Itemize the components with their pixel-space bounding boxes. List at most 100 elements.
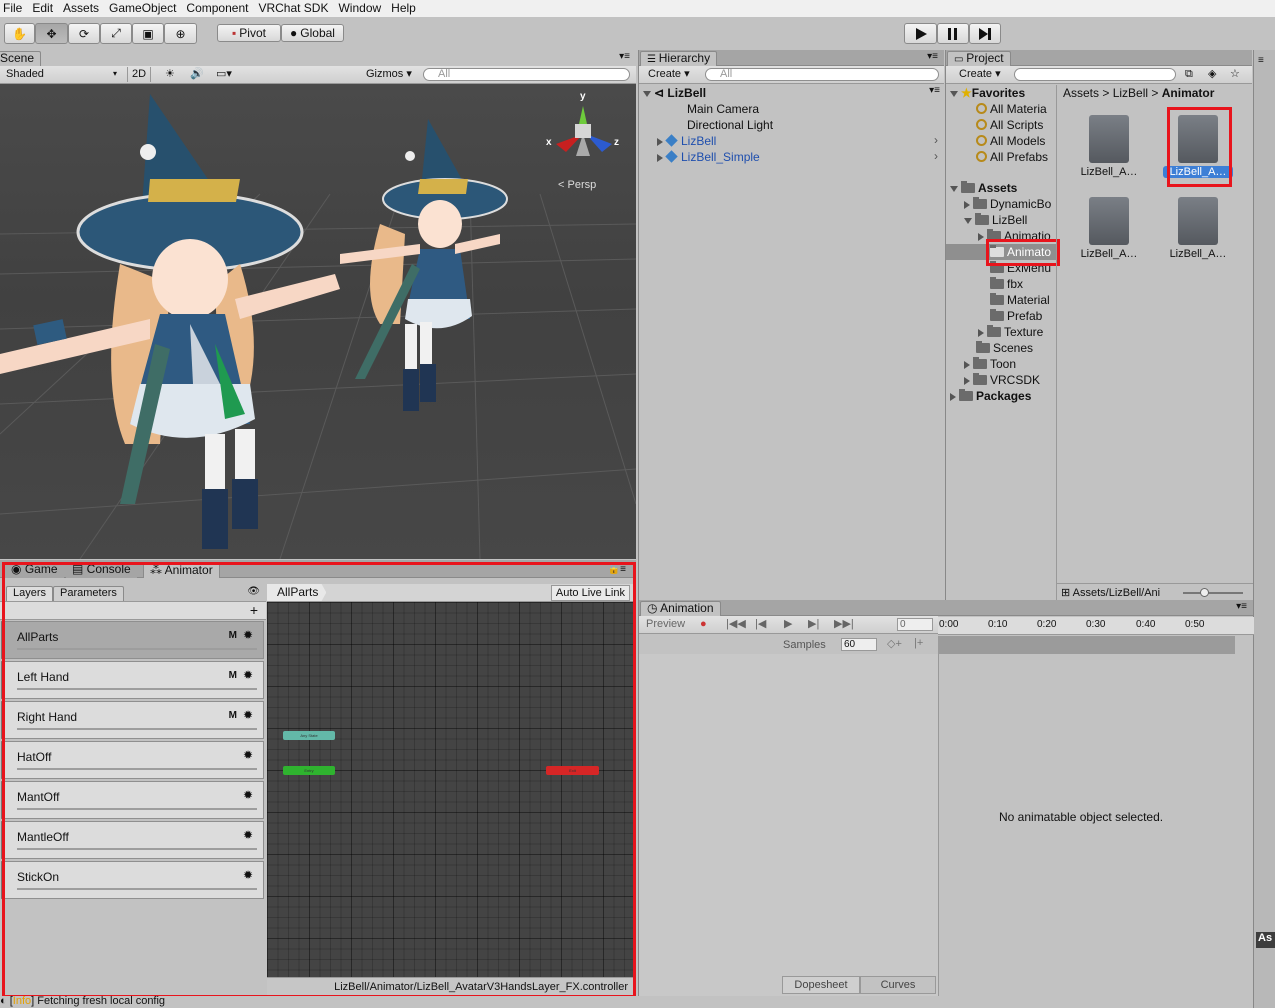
gear-icon[interactable]: ✹: [243, 708, 253, 722]
add-keyframe-icon[interactable]: ◇+: [887, 637, 902, 650]
animator-controller-asset[interactable]: LizBell_A…: [1074, 115, 1144, 178]
gear-icon[interactable]: ✹: [243, 628, 253, 642]
hierarchy-item-main-camera[interactable]: Main Camera: [687, 101, 759, 117]
animator-graph[interactable]: Any State Entry Exit: [267, 602, 633, 977]
folder-lizbell[interactable]: LizBell: [964, 212, 1027, 228]
exit-node[interactable]: Exit: [546, 766, 599, 775]
tab-layers[interactable]: Layers: [6, 586, 54, 601]
zoom-slider-handle[interactable]: [1200, 588, 1209, 597]
breadcrumb-animator[interactable]: Animator: [1162, 86, 1215, 100]
weight-slider[interactable]: [17, 768, 257, 770]
avatar-small[interactable]: [0, 84, 636, 559]
menu-component[interactable]: Component: [183, 0, 255, 17]
expand-arrow-icon[interactable]: [657, 153, 663, 162]
graph-breadcrumb[interactable]: AllParts: [267, 584, 327, 601]
effects-icon[interactable]: ▭▾: [213, 67, 235, 82]
audio-icon[interactable]: 🔊: [187, 67, 207, 82]
favorite-star-icon[interactable]: ☆: [1227, 67, 1243, 82]
folder-animator[interactable]: Animato: [946, 244, 1056, 260]
global-toggle[interactable]: ● Global: [281, 24, 344, 42]
folder-exmenu[interactable]: ExMenu: [990, 260, 1051, 276]
panel-menu-icon[interactable]: ≡: [1258, 55, 1264, 66]
2d-toggle[interactable]: 2D: [127, 67, 152, 82]
menu-vrchat-sdk[interactable]: VRChat SDK: [255, 0, 335, 17]
menu-help[interactable]: Help: [388, 0, 423, 17]
gizmos-dropdown[interactable]: Gizmos ▾: [363, 67, 415, 82]
rect-tool-icon[interactable]: ▣: [132, 23, 164, 44]
timeline-ruler[interactable]: 0:00 0:10 0:20 0:30 0:40 0:50: [938, 617, 1254, 635]
favorites-group[interactable]: ★Favorites: [950, 85, 1025, 101]
any-state-node[interactable]: Any State: [283, 731, 335, 740]
breadcrumb-lizbell[interactable]: LizBell: [1113, 86, 1148, 100]
pause-button-icon[interactable]: [937, 23, 969, 44]
menu-window[interactable]: Window: [335, 0, 388, 17]
filter-type-icon[interactable]: ⧉: [1182, 67, 1196, 82]
hierarchy-search-input[interactable]: All: [705, 68, 939, 81]
weight-slider[interactable]: [17, 688, 257, 690]
folder-animation[interactable]: Animatio: [978, 228, 1051, 244]
project-search-input[interactable]: [1014, 68, 1176, 81]
expand-arrow-icon[interactable]: [950, 90, 958, 97]
layer-mantleoff[interactable]: MantleOff ✹: [1, 821, 264, 859]
menu-assets[interactable]: Assets: [60, 0, 106, 17]
hierarchy-create-dropdown[interactable]: Create ▾: [645, 67, 693, 82]
tab-game[interactable]: ◉ Game: [5, 563, 64, 578]
tab-animator[interactable]: ⁂ Animator: [143, 563, 220, 578]
hierarchy-item-lizbell[interactable]: LizBell: [657, 133, 716, 149]
hand-tool-icon[interactable]: ✋: [4, 23, 35, 44]
weight-slider[interactable]: [17, 808, 257, 810]
scale-tool-icon[interactable]: ⤢: [100, 23, 132, 44]
menu-gameobject[interactable]: GameObject: [106, 0, 183, 17]
inspector-tab-fragment[interactable]: As: [1256, 932, 1275, 948]
favorite-all-prefabs[interactable]: All Prefabs: [976, 149, 1048, 165]
gear-icon[interactable]: ✹: [243, 668, 253, 682]
rotate-tool-icon[interactable]: ⟳: [68, 23, 100, 44]
tab-console[interactable]: ▤ Console: [66, 563, 137, 578]
weight-slider[interactable]: [17, 848, 257, 850]
chevron-right-icon[interactable]: ›: [934, 149, 938, 163]
weight-slider[interactable]: [17, 728, 257, 730]
panel-menu-icon[interactable]: ▾≡: [927, 51, 938, 62]
gear-icon[interactable]: ✹: [243, 868, 253, 882]
transform-tool-icon[interactable]: ⊕: [164, 23, 197, 44]
gear-icon[interactable]: ✹: [243, 788, 253, 802]
expand-arrow-icon[interactable]: [978, 232, 984, 241]
animator-controller-asset[interactable]: LizBell_A…: [1074, 197, 1144, 260]
favorite-all-models[interactable]: All Models: [976, 133, 1045, 149]
hierarchy-item-directional-light[interactable]: Directional Light: [687, 117, 773, 133]
expand-arrow-icon[interactable]: [964, 376, 970, 385]
frame-input[interactable]: 0: [897, 618, 933, 631]
scene-menu-icon[interactable]: ▾≡: [929, 85, 940, 96]
breadcrumb-assets[interactable]: Assets: [1063, 86, 1099, 100]
layer-left-hand[interactable]: Left Hand M ✹: [1, 661, 264, 699]
next-key-icon[interactable]: ▶|: [805, 617, 822, 632]
chevron-right-icon[interactable]: ›: [934, 133, 938, 147]
axis-gizmo[interactable]: y x z: [546, 91, 622, 179]
weight-slider[interactable]: [17, 888, 257, 890]
persp-label[interactable]: < Persp: [558, 179, 596, 191]
favorite-all-materials[interactable]: All Materia: [976, 101, 1047, 117]
menu-edit[interactable]: Edit: [29, 0, 60, 17]
prev-key-icon[interactable]: |◀: [752, 617, 769, 632]
lighting-icon[interactable]: ☀: [162, 67, 178, 82]
visibility-eye-icon[interactable]: 👁: [247, 586, 260, 597]
expand-arrow-icon[interactable]: [978, 328, 984, 337]
preview-toggle[interactable]: Preview: [643, 617, 688, 632]
panel-menu-icon[interactable]: ▾≡: [619, 51, 630, 62]
panel-menu-icon[interactable]: ▾≡: [1236, 601, 1247, 612]
tab-scene[interactable]: Scene: [0, 51, 42, 66]
last-key-icon[interactable]: ▶▶|: [831, 617, 857, 632]
shading-dropdown[interactable]: Shaded ▾: [3, 67, 119, 82]
layer-allparts[interactable]: AllParts M ✹: [1, 621, 264, 659]
weight-slider[interactable]: [17, 648, 257, 650]
tab-project[interactable]: ▭ Project: [947, 51, 1011, 66]
layer-stickon[interactable]: StickOn ✹: [1, 861, 264, 899]
zoom-slider[interactable]: [1183, 592, 1243, 594]
animator-controller-asset-selected[interactable]: LizBell_A…: [1163, 115, 1233, 178]
assets-group[interactable]: Assets: [950, 180, 1017, 196]
scene-search-input[interactable]: All: [423, 68, 630, 81]
folder-scenes[interactable]: Scenes: [976, 340, 1033, 356]
packages-group[interactable]: Packages: [950, 388, 1031, 404]
favorite-all-scripts[interactable]: All Scripts: [976, 117, 1043, 133]
folder-prefab[interactable]: Prefab: [990, 308, 1042, 324]
